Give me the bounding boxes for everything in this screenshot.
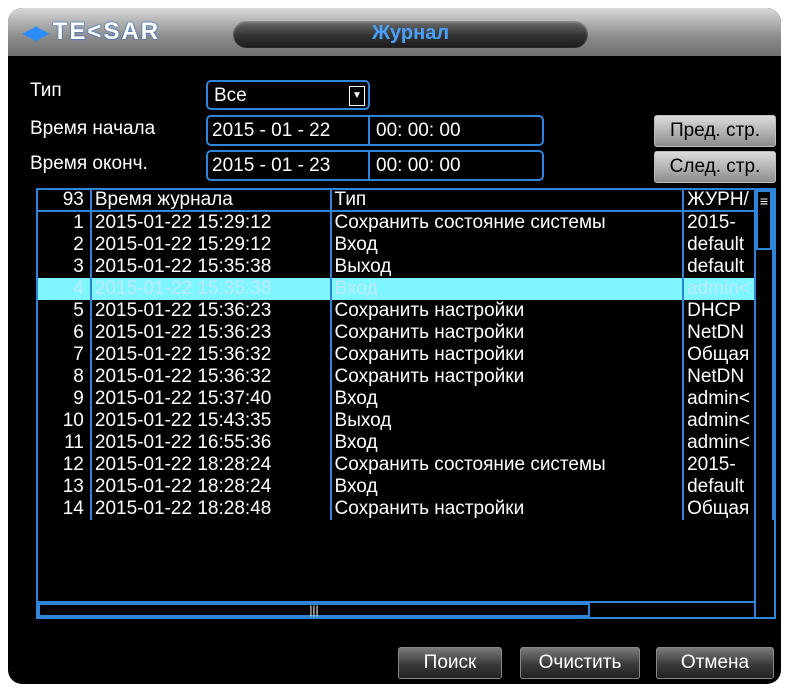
row-type: Сохранить настройки [330, 366, 685, 388]
log-table-body: 93 Время журнала Тип ЖУРН/ 1 2015-01-22 1… [38, 190, 774, 520]
log-window: ◀▶ TE<SAR Журнал Тип Все ▼ Время начала … [8, 8, 781, 684]
row-type: Сохранить состояние системы [330, 211, 685, 234]
logo-arrows-icon: ◀▶ [22, 21, 50, 44]
row-number: 13 [38, 476, 92, 498]
row-number: 4 [38, 278, 92, 300]
row-time: 2015-01-22 15:43:35 [90, 410, 332, 432]
row-type: Вход [330, 476, 685, 498]
type-select[interactable]: Все ▼ [206, 80, 370, 110]
next-page-button[interactable]: След. стр. [654, 151, 776, 183]
table-row[interactable]: 13 2015-01-22 18:28:24 Вход default [38, 476, 774, 498]
row-number: 5 [38, 300, 92, 322]
log-table: 93 Время журнала Тип ЖУРН/ 1 2015-01-22 1… [36, 188, 776, 619]
cancel-button[interactable]: Отмена [656, 647, 774, 679]
row-time: 2015-01-22 18:28:24 [90, 454, 332, 476]
row-time: 2015-01-22 15:36:32 [90, 366, 332, 388]
row-type: Вход [330, 432, 685, 454]
start-time-label: Время начала [30, 118, 156, 139]
table-row[interactable]: 2 2015-01-22 15:29:12 Вход default [38, 234, 774, 256]
start-datetime-field[interactable]: 2015 - 01 - 22 00: 00: 00 [206, 115, 544, 146]
type-select-value: Все [214, 85, 247, 106]
end-datetime-field[interactable]: 2015 - 01 - 23 00: 00: 00 [206, 150, 544, 181]
row-time: 2015-01-22 15:29:12 [90, 234, 332, 256]
row-type: Сохранить настройки [330, 498, 685, 520]
row-number: 11 [38, 432, 92, 454]
table-row[interactable]: 6 2015-01-22 15:36:23 Сохранить настройки N… [38, 322, 774, 344]
row-time: 2015-01-22 15:36:23 [90, 322, 332, 344]
row-type: Вход [330, 234, 685, 256]
table-row[interactable]: 5 2015-01-22 15:36:23 Сохранить настройки D… [38, 300, 774, 322]
header-time[interactable]: Время журнала [90, 190, 332, 212]
field-separator [368, 152, 370, 179]
table-row[interactable]: 1 2015-01-22 15:29:12 Сохранить состояние … [38, 211, 774, 234]
title-bar: ◀▶ TE<SAR Журнал [8, 8, 781, 56]
start-time-input[interactable]: 00: 00: 00 [376, 120, 461, 142]
vertical-scrollbar[interactable]: ≡ [754, 190, 772, 617]
horizontal-scrollbar[interactable]: ||| [38, 601, 756, 617]
header-count[interactable]: 93 [38, 190, 92, 212]
row-time: 2015-01-22 18:28:48 [90, 498, 332, 520]
row-number: 7 [38, 344, 92, 366]
row-number: 9 [38, 388, 92, 410]
table-row[interactable]: 12 2015-01-22 18:28:24 Сохранить состояние… [38, 454, 774, 476]
table-row[interactable]: 14 2015-01-22 18:28:48 Сохранить настройки… [38, 498, 774, 520]
chevron-down-icon[interactable]: ▼ [349, 86, 365, 106]
field-separator [368, 117, 370, 144]
row-type: Сохранить настройки [330, 322, 685, 344]
vertical-scroll-thumb[interactable]: ≡ [756, 190, 772, 250]
row-type: Выход [330, 410, 685, 432]
search-button[interactable]: Поиск [398, 647, 502, 679]
horizontal-scroll-thumb[interactable]: ||| [38, 603, 590, 617]
window-title: Журнал [371, 22, 450, 44]
row-number: 8 [38, 366, 92, 388]
row-number: 1 [38, 211, 92, 234]
row-time: 2015-01-22 15:35:38 [90, 256, 332, 278]
type-label: Тип [30, 80, 62, 101]
row-number: 12 [38, 454, 92, 476]
row-type: Сохранить состояние системы [330, 454, 685, 476]
brand-logo: ◀▶ TE<SAR [22, 18, 160, 46]
prev-page-button[interactable]: Пред. стр. [654, 115, 776, 147]
row-number: 3 [38, 256, 92, 278]
table-row[interactable]: 8 2015-01-22 15:36:32 Сохранить настройки N… [38, 366, 774, 388]
table-row[interactable]: 3 2015-01-22 15:35:38 Выход default [38, 256, 774, 278]
row-number: 10 [38, 410, 92, 432]
table-row[interactable]: 9 2015-01-22 15:37:40 Вход admin< [38, 388, 774, 410]
title-pill: Журнал [233, 21, 588, 48]
table-header-row: 93 Время журнала Тип ЖУРН/ [38, 190, 774, 212]
row-type: Сохранить настройки [330, 300, 685, 322]
row-time: 2015-01-22 15:37:40 [90, 388, 332, 410]
row-time: 2015-01-22 18:28:24 [90, 476, 332, 498]
row-time: 2015-01-22 16:55:36 [90, 432, 332, 454]
row-number: 14 [38, 498, 92, 520]
row-type: Вход [330, 388, 685, 410]
row-type: Сохранить настройки [330, 344, 685, 366]
end-date-input[interactable]: 2015 - 01 - 23 [212, 155, 330, 177]
logo-text: TE<SAR [52, 18, 161, 45]
row-time: 2015-01-22 15:35:38 [90, 278, 332, 300]
row-type: Выход [330, 256, 685, 278]
end-time-label: Время оконч. [30, 153, 148, 174]
clear-button[interactable]: Очистить [520, 647, 640, 679]
row-type: Вход [330, 278, 685, 300]
row-time: 2015-01-22 15:29:12 [90, 211, 332, 234]
row-number: 2 [38, 234, 92, 256]
row-number: 6 [38, 322, 92, 344]
table-row[interactable]: 7 2015-01-22 15:36:32 Сохранить настройки О… [38, 344, 774, 366]
end-time-input[interactable]: 00: 00: 00 [376, 155, 461, 177]
row-time: 2015-01-22 15:36:32 [90, 344, 332, 366]
start-date-input[interactable]: 2015 - 01 - 22 [212, 120, 330, 142]
row-time: 2015-01-22 15:36:23 [90, 300, 332, 322]
table-row[interactable]: 11 2015-01-22 16:55:36 Вход admin< [38, 432, 774, 454]
table-row[interactable]: 4 2015-01-22 15:35:38 Вход admin< [38, 278, 774, 300]
header-type[interactable]: Тип [330, 190, 685, 212]
table-row[interactable]: 10 2015-01-22 15:43:35 Выход admin< [38, 410, 774, 432]
